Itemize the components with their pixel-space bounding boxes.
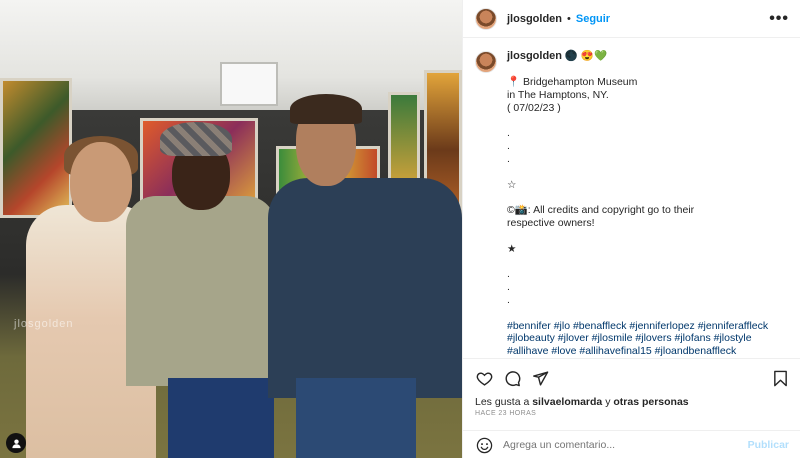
caption-credits-1: ©📸: All credits and copyright go to thei… — [507, 204, 695, 216]
flat-cap — [160, 122, 232, 156]
caption-dot: . — [507, 281, 510, 293]
likes-summary: Les gusta a silvaelomarda y otras person… — [475, 396, 689, 408]
tent-window — [220, 62, 278, 106]
person-hair — [290, 94, 362, 124]
person-man-right — [268, 178, 462, 398]
separator-dot: • — [567, 12, 571, 25]
caption-hashtags[interactable]: #bennifer #jlo #benaffleck #jenniferlope… — [507, 320, 779, 359]
user-icon — [11, 438, 21, 448]
person-legs — [296, 378, 416, 458]
caption-dot: . — [507, 127, 510, 139]
caption-location-2: in The Hamptons, NY. — [507, 88, 609, 101]
bookmark-icon[interactable] — [771, 369, 789, 387]
caption-credits-2: respective owners! — [507, 217, 595, 229]
comment-icon[interactable] — [503, 369, 521, 387]
post-header: jlosgolden • Seguir ••• — [463, 0, 800, 38]
ellipsis-icon[interactable]: ••• — [769, 10, 789, 26]
photo-watermark: jlosgolden — [14, 318, 74, 330]
caption-location-1: 📍 Bridgehampton Museum — [507, 75, 638, 88]
action-icons — [475, 367, 789, 389]
caption-date: ( 07/02/23 ) — [507, 101, 561, 114]
smiley-icon[interactable] — [475, 436, 493, 454]
post-comment-button[interactable]: Publicar — [748, 439, 789, 451]
avatar[interactable] — [475, 7, 497, 30]
follow-button[interactable]: Seguir — [576, 13, 610, 25]
caption-text: jlosgolden 🌑 😍💚 📍 Bridgehampton Museum i… — [507, 50, 779, 358]
painting — [0, 78, 72, 218]
caption-username[interactable]: jlosgolden — [507, 50, 562, 62]
caption-dot: . — [507, 268, 510, 280]
painting — [388, 92, 420, 188]
caption-dot: . — [507, 140, 510, 152]
caption-dot: . — [507, 153, 510, 165]
likes-prefix: Les gusta a — [475, 396, 530, 408]
likes-others-link[interactable]: otras personas — [613, 396, 688, 408]
caption-star-outline: ☆ — [507, 178, 517, 191]
post-timestamp[interactable]: HACE 23 HORAS — [475, 410, 536, 417]
comment-input[interactable] — [503, 439, 748, 451]
caption-avatar[interactable] — [475, 51, 497, 73]
comment-box: Publicar — [463, 430, 800, 458]
post-actions: Les gusta a silvaelomarda y otras person… — [463, 358, 800, 458]
heart-icon[interactable] — [475, 369, 493, 387]
share-icon[interactable] — [531, 369, 549, 387]
post-side-panel: jlosgolden • Seguir ••• jlosgolden 🌑 😍💚 … — [462, 0, 800, 458]
caption-star-solid: ★ — [507, 242, 517, 255]
likes-mid: y — [605, 396, 611, 408]
person-head — [70, 142, 132, 222]
tagged-user-button[interactable] — [6, 433, 26, 453]
person-man-center — [126, 196, 276, 386]
caption-dot: . — [507, 294, 510, 306]
caption-emojis: 🌑 😍💚 — [564, 50, 608, 62]
header-username[interactable]: jlosgolden — [507, 13, 562, 25]
post-photo[interactable]: jlosgolden — [0, 0, 462, 458]
person-legs — [168, 378, 274, 458]
likes-user-link[interactable]: silvaelomarda — [532, 396, 602, 408]
caption-area: jlosgolden 🌑 😍💚 📍 Bridgehampton Museum i… — [463, 38, 800, 358]
